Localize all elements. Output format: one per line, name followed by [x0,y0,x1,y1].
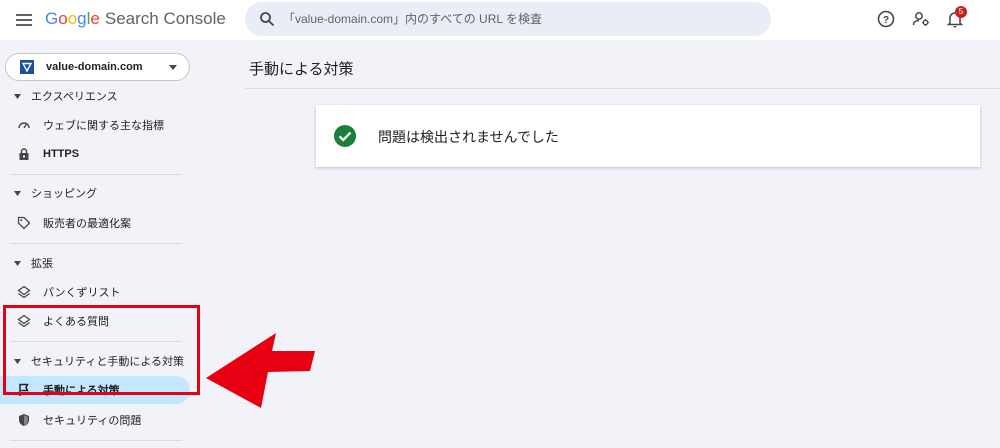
svg-text:?: ? [883,15,889,26]
property-favicon-icon [20,60,34,74]
divider [245,88,1000,89]
property-selector[interactable]: value-domain.com [5,53,190,81]
sidebar-item-merchant-opportunities[interactable]: 販売者の最適化案 [0,209,190,237]
chevron-down-icon [169,65,177,70]
status-message: 問題は検出されませんでした [378,129,559,145]
check-circle-icon [334,125,356,147]
lock-icon [19,148,29,160]
section-experience[interactable]: エクスペリエンス [14,86,118,106]
page-title: 手動による対策 [249,61,354,78]
divider [10,440,182,441]
product-name: Search Console [104,9,226,28]
top-bar: GoogleSearch Console ? 5 [0,0,1000,40]
sidebar-item-security-issues[interactable]: セキュリティの問題 [0,406,190,434]
section-enhancements[interactable]: 拡張 [14,253,53,273]
shield-icon [19,414,29,426]
gauge-icon [18,122,30,129]
section-shopping[interactable]: ショッピング [14,183,97,203]
app-logo[interactable]: Google Search Console [45,9,226,29]
annotation-arrow-icon [206,333,315,408]
url-inspection-search[interactable] [245,2,771,36]
help-icon[interactable]: ? [876,9,896,29]
caret-down-icon [14,190,21,196]
annotation-highlight-box [3,305,200,395]
layers-icon [17,285,31,299]
search-icon [260,12,275,27]
menu-icon[interactable] [14,11,34,29]
notification-badge: 5 [955,6,967,18]
sidebar-item-https[interactable]: HTTPS [0,140,190,168]
divider [10,243,182,244]
caret-down-icon [14,93,21,99]
divider [10,174,182,175]
caret-down-icon [14,260,21,266]
sidebar-item-core-web-vitals[interactable]: ウェブに関する主な指標 [0,111,190,139]
manage-users-icon[interactable] [911,9,931,29]
status-card: 問題は検出されませんでした [316,105,980,167]
sidebar-item-breadcrumbs[interactable]: パンくずリスト [0,278,190,306]
property-name: value-domain.com [46,61,143,73]
tag-icon [17,216,31,230]
search-input[interactable] [283,2,753,36]
